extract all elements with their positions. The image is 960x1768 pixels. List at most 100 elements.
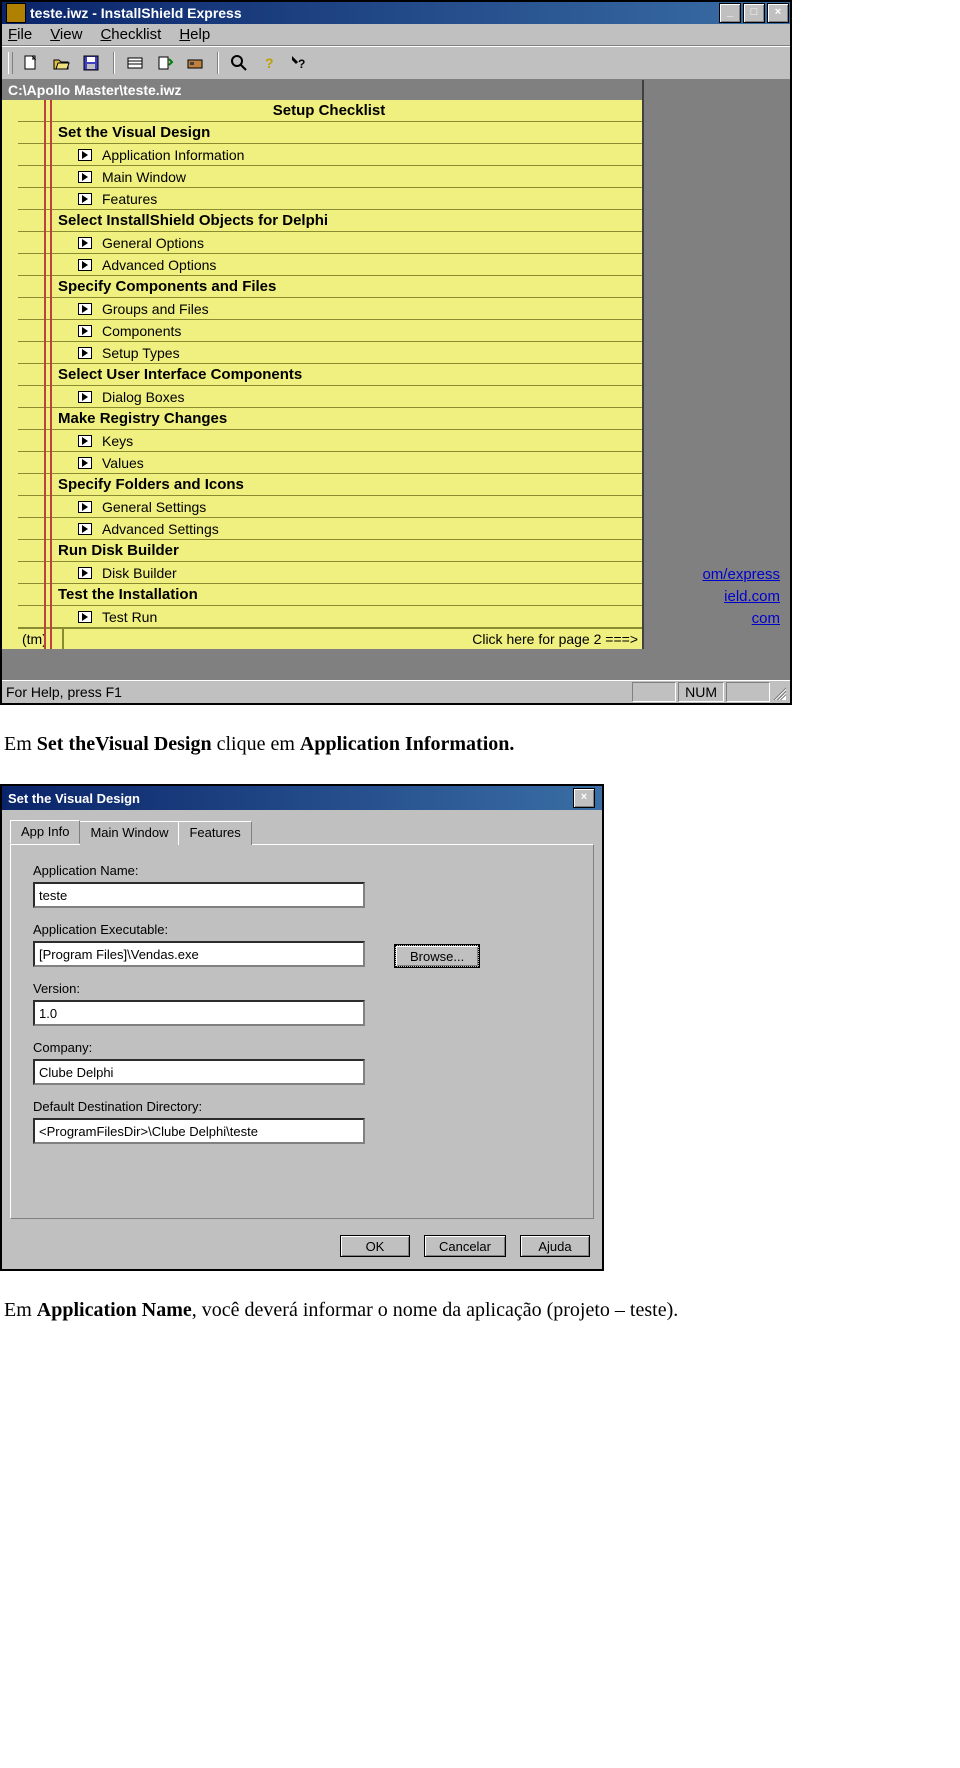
checklist-section-header: Select InstallShield Objects for Delphi (18, 210, 642, 232)
close-button[interactable]: × (767, 3, 789, 23)
bg-link-3[interactable]: com (702, 608, 780, 630)
checklist-item[interactable]: Dialog Boxes (18, 386, 642, 408)
new-button[interactable] (17, 50, 45, 76)
window-title: teste.iwz - InstallShield Express (30, 5, 718, 21)
tab-main-window[interactable]: Main Window (79, 821, 179, 845)
checklist-item-label: Advanced Settings (102, 521, 219, 537)
checklist-item-label: Advanced Options (102, 257, 216, 273)
checklist-item-label: Test Run (102, 609, 157, 625)
play-icon (78, 457, 92, 469)
tab-features[interactable]: Features (178, 821, 251, 845)
checklist-child-window: C:\Apollo Master\teste.iwz Setup Checkli… (2, 80, 644, 649)
play-icon (78, 567, 92, 579)
help-dialog-button[interactable]: Ajuda (520, 1235, 590, 1257)
checklist-item[interactable]: Advanced Options (18, 254, 642, 276)
dialog-tabs: App Info Main Window Features (10, 820, 602, 844)
checklist-item[interactable]: General Settings (18, 496, 642, 518)
open-button[interactable] (47, 50, 75, 76)
status-cell-empty-2 (726, 682, 770, 702)
play-icon (78, 347, 92, 359)
menu-file[interactable]: File (8, 26, 32, 43)
checklist-item[interactable]: Groups and Files (18, 298, 642, 320)
app-icon (6, 3, 26, 23)
checklist-item[interactable]: General Options (18, 232, 642, 254)
input-dest-dir[interactable] (33, 1118, 365, 1144)
label-app-name: Application Name: (33, 863, 571, 878)
menu-view[interactable]: View (50, 26, 82, 43)
checklist-item-label: Keys (102, 433, 133, 449)
checklist-item[interactable]: Keys (18, 430, 642, 452)
checklist-item[interactable]: Test Run (18, 606, 642, 628)
checklist-item[interactable]: Main Window (18, 166, 642, 188)
input-app-name[interactable] (33, 882, 365, 908)
preview-button[interactable] (225, 50, 253, 76)
label-version: Version: (33, 981, 571, 996)
checklist-item[interactable]: Disk Builder (18, 562, 642, 584)
play-icon (78, 193, 92, 205)
checklist-item[interactable]: Values (18, 452, 642, 474)
checklist-notepad: Setup Checklist Set the Visual Design App… (2, 100, 642, 649)
save-button[interactable] (77, 50, 105, 76)
checklist-item[interactable]: Features (18, 188, 642, 210)
browse-button[interactable]: Browse... (395, 945, 479, 967)
dialog-title: Set the Visual Design (8, 791, 572, 806)
checklist-section-header: Specify Folders and Icons (18, 474, 642, 496)
mdi-client-area: om/express ield.com com C:\Apollo Master… (2, 80, 790, 680)
ok-button[interactable]: OK (340, 1235, 410, 1257)
caption-2: Em Application Name, você deverá informa… (4, 1299, 960, 1322)
play-icon (78, 325, 92, 337)
dialog-titlebar[interactable]: Set the Visual Design × (2, 786, 602, 810)
checklist-item-label: Application Information (102, 147, 244, 163)
checklist-item-label: General Settings (102, 499, 206, 515)
status-cell-empty (632, 682, 676, 702)
help-button[interactable]: ? (255, 50, 283, 76)
checklist-item-label: Disk Builder (102, 565, 177, 581)
checklist-item-label: General Options (102, 235, 204, 251)
play-icon (78, 611, 92, 623)
checklist-item[interactable]: Application Information (18, 144, 642, 166)
next-page-link[interactable]: Click here for page 2 ===> (64, 629, 642, 649)
play-icon (78, 303, 92, 315)
menubar: File View Checklist Help (2, 24, 790, 46)
svg-text:?: ? (298, 57, 305, 71)
whatsthis-button[interactable]: ? (285, 50, 313, 76)
checklist-heading: Setup Checklist (18, 100, 642, 122)
menu-help[interactable]: Help (179, 26, 210, 43)
play-icon (78, 149, 92, 161)
checklist-section-header: Make Registry Changes (18, 408, 642, 430)
label-dest-dir: Default Destination Directory: (33, 1099, 571, 1114)
input-company[interactable] (33, 1059, 365, 1085)
menu-checklist[interactable]: Checklist (100, 26, 161, 43)
installshield-main-window: teste.iwz - InstallShield Express _ □ × … (0, 0, 792, 705)
play-icon (78, 501, 92, 513)
caption-1: Em Set theVisual Design clique em Applic… (4, 733, 960, 756)
dialog-button-row: OK Cancelar Ajuda (2, 1227, 602, 1269)
cancel-button[interactable]: Cancelar (424, 1235, 506, 1257)
dialog-close-button[interactable]: × (573, 788, 595, 808)
tab-app-info[interactable]: App Info (10, 820, 80, 844)
checklist-item[interactable]: Setup Types (18, 342, 642, 364)
checklist-section-header: Set the Visual Design (18, 122, 642, 144)
minimize-button[interactable]: _ (719, 3, 741, 23)
child-window-title: C:\Apollo Master\teste.iwz (2, 80, 642, 100)
checklist-item[interactable]: Components (18, 320, 642, 342)
maximize-button[interactable]: □ (743, 3, 765, 23)
resize-grip-icon[interactable] (770, 684, 786, 700)
toolbar-grip-icon (8, 52, 13, 74)
play-icon (78, 171, 92, 183)
titlebar[interactable]: teste.iwz - InstallShield Express _ □ × (2, 2, 790, 24)
checklist-item-label: Groups and Files (102, 301, 209, 317)
play-icon (78, 435, 92, 447)
bg-link-2[interactable]: ield.com (702, 586, 780, 608)
tool-button-3[interactable] (181, 50, 209, 76)
checklist-item[interactable]: Advanced Settings (18, 518, 642, 540)
input-app-exe[interactable] (33, 941, 365, 967)
input-version[interactable] (33, 1000, 365, 1026)
bg-link-1[interactable]: om/express (702, 564, 780, 586)
tool-button-1[interactable] (121, 50, 149, 76)
play-icon (78, 237, 92, 249)
checklist-item-label: Setup Types (102, 345, 180, 361)
tool-button-2[interactable] (151, 50, 179, 76)
checklist-section-header: Run Disk Builder (18, 540, 642, 562)
checklist-item-label: Dialog Boxes (102, 389, 185, 405)
